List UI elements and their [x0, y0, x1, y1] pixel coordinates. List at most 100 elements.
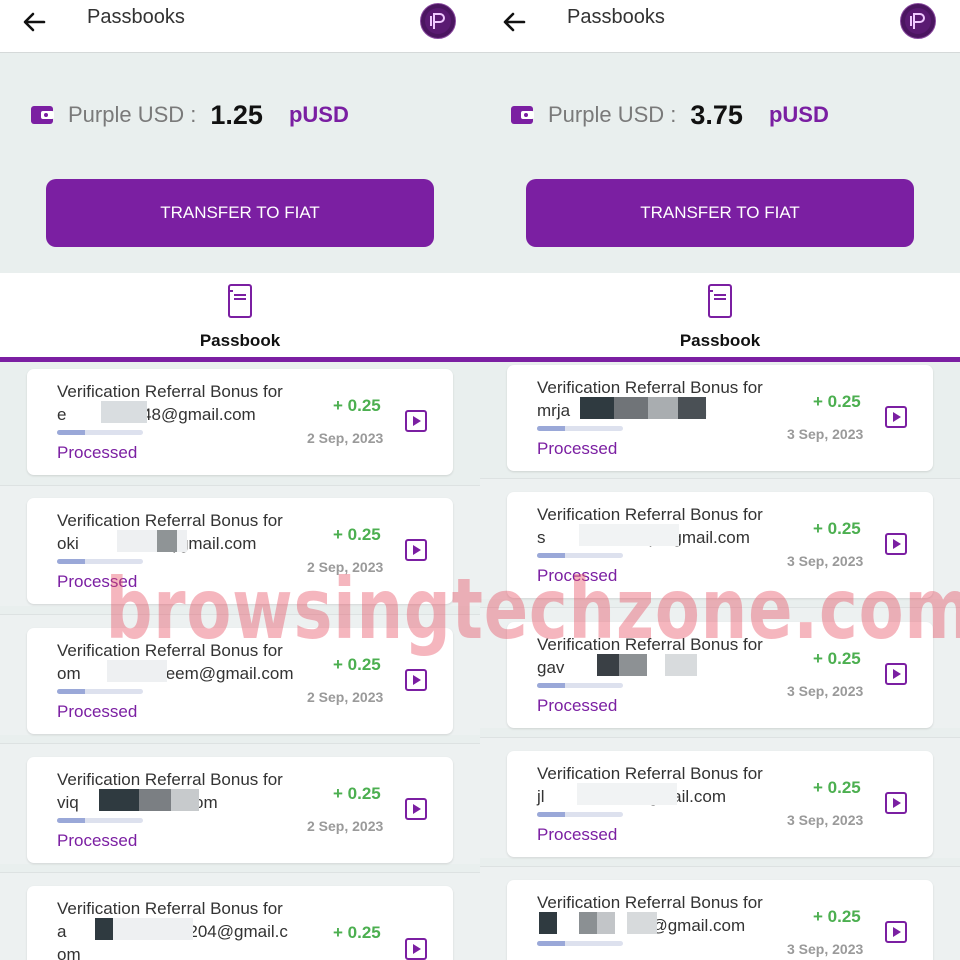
- play-button-icon[interactable]: [885, 921, 907, 943]
- progress-bar-fill: [57, 818, 86, 823]
- transaction-card[interactable]: Verification Referral Bonus forgav mProc…: [507, 622, 933, 728]
- transaction-card[interactable]: Verification Referral Bonus for jl gmail.…: [507, 751, 933, 857]
- tab-passbook[interactable]: Passbook: [480, 273, 960, 357]
- transaction-amount: + 0.25: [333, 396, 381, 415]
- back-arrow-icon[interactable]: [20, 8, 48, 36]
- redaction-block: [99, 789, 139, 811]
- progress-bar: [57, 818, 143, 823]
- progress-bar: [57, 559, 143, 564]
- redaction-block: [107, 660, 167, 682]
- transaction-title: Verification Referral Bonus for: [57, 511, 283, 530]
- transaction-amount: + 0.25: [813, 649, 861, 668]
- transaction-title: Verification Referral Bonus for: [537, 505, 763, 524]
- transaction-title: Verification Referral Bonus for: [57, 382, 283, 401]
- progress-bar: [537, 941, 623, 946]
- transaction-email: om eem@gmail.com: [57, 664, 294, 683]
- progress-bar: [537, 683, 623, 688]
- progress-bar-fill: [57, 430, 86, 435]
- play-button-icon[interactable]: [405, 669, 427, 691]
- redaction-block: [580, 397, 614, 419]
- play-button-icon[interactable]: [405, 539, 427, 561]
- redaction-block: [627, 912, 657, 934]
- purple-logo-icon[interactable]: [420, 3, 456, 39]
- play-button-icon[interactable]: [885, 406, 907, 428]
- play-button-icon[interactable]: [405, 410, 427, 432]
- redaction-block: [665, 654, 697, 676]
- redaction-block: [139, 789, 171, 811]
- redaction-block: [579, 524, 679, 546]
- transaction-title: Verification Referral Bonus for: [537, 893, 763, 912]
- transaction-date: 2 Sep, 2023: [307, 430, 384, 446]
- progress-bar-fill: [537, 683, 566, 688]
- transaction-date: 3 Sep, 2023: [787, 553, 864, 569]
- transaction-amount: + 0.25: [813, 778, 861, 797]
- passbook-icon: [707, 283, 733, 319]
- wallet-unit: pUSD: [768, 102, 829, 127]
- redaction-block: [648, 397, 678, 419]
- page-title: Passbooks: [87, 6, 185, 28]
- status-badge: Processed: [57, 702, 138, 721]
- play-button-icon[interactable]: [405, 798, 427, 820]
- wallet-value: 3.75: [690, 99, 743, 130]
- progress-bar-fill: [57, 559, 86, 564]
- progress-bar-fill: [537, 812, 566, 817]
- transaction-date: 3 Sep, 2023: [787, 812, 864, 828]
- transaction-amount: + 0.25: [333, 525, 381, 544]
- progress-bar: [57, 430, 143, 435]
- wallet-icon: [510, 104, 536, 126]
- transaction-card[interactable]: Verification Referral Bonus for a im1204@…: [27, 886, 453, 960]
- transaction-card[interactable]: Verification Referral Bonus for s )@gmail…: [507, 492, 933, 598]
- transaction-list[interactable]: Verification Referral Bonus for e 48@gmai…: [0, 362, 480, 960]
- transaction-card[interactable]: Verification Referral Bonus for oki )gmai…: [27, 498, 453, 604]
- wallet-balance: Purple USD : 3.75 pUSD: [510, 99, 829, 131]
- wallet-unit: pUSD: [288, 102, 349, 127]
- wallet-balance: Purple USD : 1.25 pUSD: [30, 99, 349, 131]
- purple-logo-icon[interactable]: [900, 3, 936, 39]
- tab-passbook[interactable]: Passbook: [0, 273, 480, 357]
- play-button-icon[interactable]: [405, 938, 427, 960]
- transaction-card[interactable]: Verification Referral Bonus forviq il.co…: [27, 757, 453, 863]
- transaction-amount: + 0.25: [813, 519, 861, 538]
- progress-bar-fill: [537, 426, 566, 431]
- back-arrow-icon[interactable]: [500, 8, 528, 36]
- progress-bar-fill: [537, 553, 566, 558]
- play-button-icon[interactable]: [885, 663, 907, 685]
- page-title: Passbooks: [567, 6, 665, 28]
- transfer-to-fiat-button[interactable]: TRANSFER TO FIAT: [526, 179, 914, 247]
- redaction-block: [577, 783, 677, 805]
- transaction-date: 3 Sep, 2023: [787, 426, 864, 442]
- transaction-card[interactable]: Verification Referral Bonus formrja omPr…: [507, 365, 933, 471]
- transaction-date: 2 Sep, 2023: [307, 818, 384, 834]
- transaction-amount: + 0.25: [333, 784, 381, 803]
- progress-bar: [537, 553, 623, 558]
- transaction-list[interactable]: Verification Referral Bonus formrja omPr…: [480, 362, 960, 960]
- redaction-block: [157, 530, 177, 552]
- progress-bar-fill: [537, 941, 566, 946]
- transfer-to-fiat-button[interactable]: TRANSFER TO FIAT: [46, 179, 434, 247]
- transaction-title: Verification Referral Bonus for: [57, 770, 283, 789]
- transaction-card[interactable]: Verification Referral Bonus for e 48@gmai…: [27, 369, 453, 475]
- redaction-block: [539, 912, 557, 934]
- play-button-icon[interactable]: [885, 792, 907, 814]
- redaction-block: [113, 918, 193, 940]
- redaction-block: [101, 401, 147, 423]
- transaction-title: Verification Referral Bonus for: [537, 378, 763, 397]
- redaction-block: [614, 397, 648, 419]
- status-badge: Processed: [537, 566, 618, 585]
- right-screenshot-panel: Passbooks Purple USD : 3.75 pUSD TRANSFER TO…: [480, 0, 960, 960]
- transaction-title: Verification Referral Bonus for: [537, 635, 763, 654]
- transaction-title: Verification Referral Bonus for: [57, 641, 283, 660]
- redaction-block: [579, 912, 597, 934]
- tab-label: Passbook: [679, 331, 761, 350]
- status-badge: Processed: [57, 572, 138, 591]
- transaction-card[interactable]: Verification Referral Bonus for 2@gmail.…: [507, 880, 933, 960]
- transaction-title: Verification Referral Bonus for: [57, 899, 283, 918]
- play-button-icon[interactable]: [885, 533, 907, 555]
- transaction-card[interactable]: Verification Referral Bonus for om eem@gm…: [27, 628, 453, 734]
- transaction-date: 2 Sep, 2023: [307, 689, 384, 705]
- status-badge: Processed: [537, 696, 618, 715]
- status-badge: Processed: [57, 831, 138, 850]
- redaction-block: [678, 397, 706, 419]
- status-badge: Processed: [537, 439, 618, 458]
- wallet-label: Purple USD :: [548, 102, 677, 127]
